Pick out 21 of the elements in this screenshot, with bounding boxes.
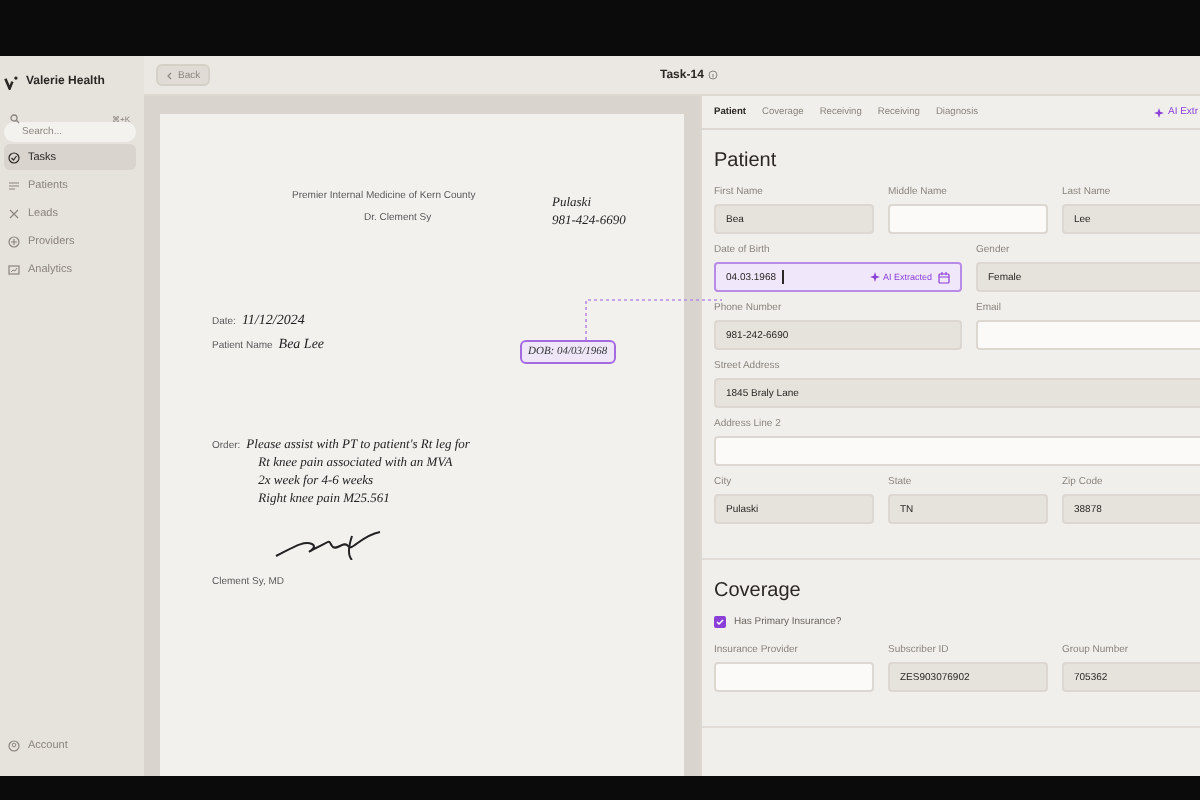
search-icon (10, 113, 20, 123)
plus-circle-icon (8, 235, 20, 247)
signature-drawing (272, 528, 384, 560)
input-field[interactable] (976, 320, 1200, 350)
list-icon (8, 179, 20, 191)
input-field[interactable] (888, 204, 1048, 234)
sparkle-icon (1153, 107, 1164, 117)
section-heading: Patient (714, 150, 779, 172)
input-field[interactable] (714, 662, 874, 692)
logo-icon (4, 75, 18, 89)
checkmark-icon (716, 618, 724, 626)
check-circle-icon (8, 151, 20, 163)
text-cursor-icon (782, 270, 785, 284)
checkbox[interactable] (714, 616, 726, 628)
info-icon[interactable] (707, 70, 718, 80)
sparkle-icon (870, 272, 881, 282)
input-field[interactable] (714, 436, 1200, 466)
chart-icon (8, 263, 20, 275)
section-heading: Coverage (714, 580, 803, 602)
calendar-icon (938, 271, 950, 283)
chevron-left-icon (166, 71, 174, 79)
